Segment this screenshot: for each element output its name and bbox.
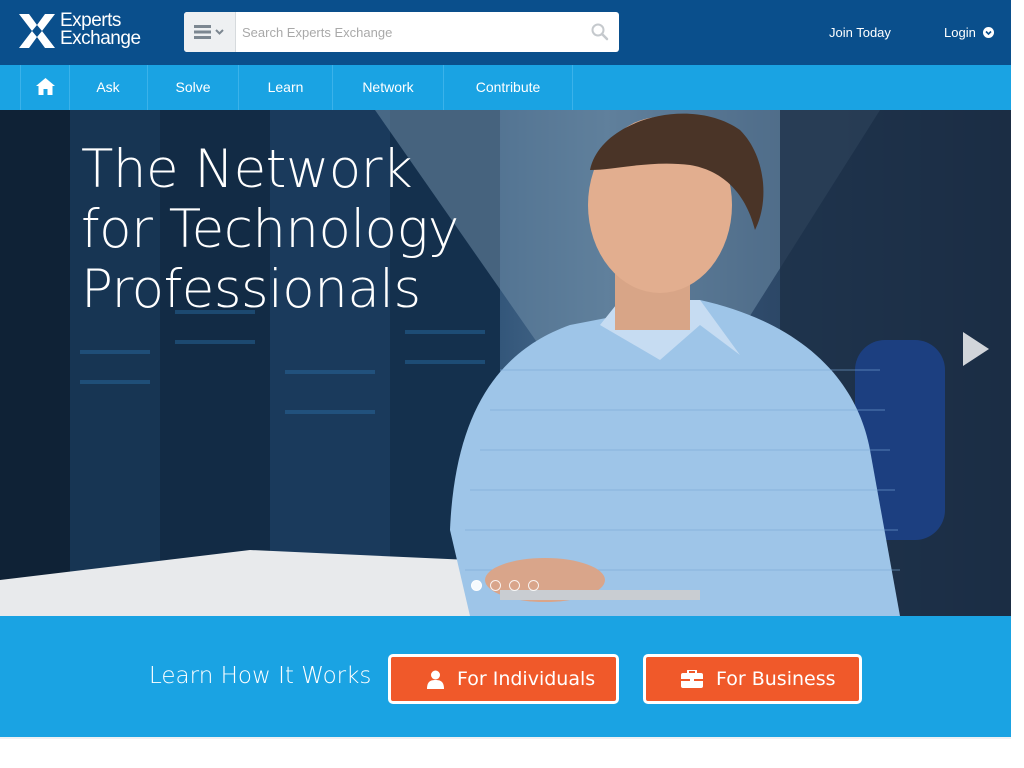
logo-line-2: Exchange (60, 28, 141, 49)
nav-item-network[interactable]: Network (333, 65, 444, 110)
top-header: Experts Exchange Join Today Login (0, 0, 1011, 65)
nav-item-solve[interactable]: Solve (148, 65, 239, 110)
search-input[interactable] (242, 20, 572, 44)
nav-home[interactable] (20, 65, 70, 110)
for-business-button[interactable]: For Business (643, 654, 862, 704)
logo-text: Experts Exchange (60, 11, 141, 49)
for-individuals-button[interactable]: For Individuals (388, 654, 619, 704)
slide-dot-3[interactable] (509, 580, 520, 591)
menu-icon (194, 25, 224, 39)
search-category-dropdown[interactable] (184, 12, 236, 52)
hero-title-line-1: The Network (81, 139, 413, 200)
join-today-link[interactable]: Join Today (829, 25, 891, 40)
search-bar (184, 12, 619, 52)
login-button[interactable]: Login (944, 25, 995, 40)
hero-banner[interactable]: The Network for Technology Professionals (0, 110, 1011, 616)
hero-title-line-3: Professionals (81, 259, 421, 320)
hero-title: The Network for Technology Professionals (81, 140, 459, 320)
experts-exchange-logo[interactable]: Experts Exchange (19, 11, 159, 52)
for-individuals-label: For Individuals (457, 668, 596, 690)
user-icon (427, 670, 444, 689)
slide-dot-2[interactable] (490, 580, 501, 591)
learn-how-it-works-section: Learn How It Works For Individuals For B… (0, 616, 1011, 737)
scrollbar-gutter (1011, 0, 1024, 768)
slide-dot-4[interactable] (528, 580, 539, 591)
home-icon (36, 78, 55, 95)
hero-title-line-2: for Technology (81, 199, 459, 260)
slide-dot-1[interactable] (471, 580, 482, 591)
learn-how-it-works-label: Learn How It Works (149, 663, 372, 689)
for-business-label: For Business (716, 668, 836, 690)
section-divider (0, 737, 1011, 739)
search-icon[interactable] (591, 23, 609, 41)
next-slide-icon[interactable] (963, 332, 989, 366)
nav-item-learn[interactable]: Learn (239, 65, 333, 110)
main-nav: Ask Solve Learn Network Contribute (0, 65, 1011, 110)
login-label: Login (944, 25, 976, 40)
nav-item-contribute[interactable]: Contribute (444, 65, 573, 110)
chevron-down-icon (983, 27, 995, 38)
briefcase-icon (681, 670, 703, 688)
nav-item-ask[interactable]: Ask (69, 65, 148, 110)
logo-x-icon (19, 14, 55, 48)
